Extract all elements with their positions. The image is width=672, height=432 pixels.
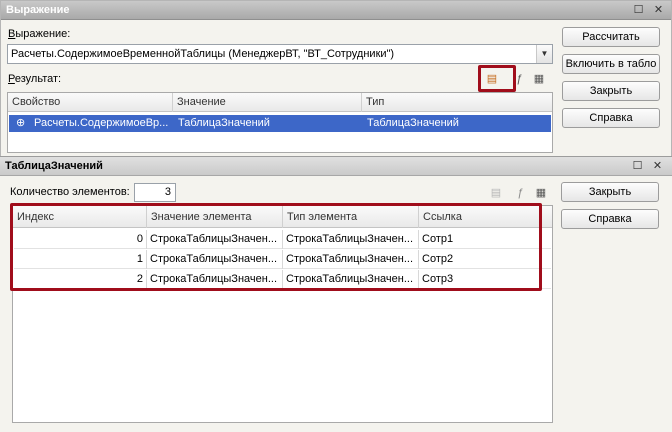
value-table-window: ТаблицаЗначений ☐ ✕ Количество элементов…: [0, 156, 672, 432]
row-index: 2: [14, 270, 147, 289]
row-reference: Сотр2: [422, 253, 454, 265]
row-element-value: СтрокаТаблицыЗначен...: [147, 250, 283, 269]
table-row[interactable]: 1 СтрокаТаблицыЗначен... СтрокаТаблицыЗн…: [14, 250, 551, 269]
calculate-button[interactable]: Рассчитать: [562, 27, 660, 47]
table-row[interactable]: ⊕ Расчеты.СодержимоеВр... ТаблицаЗначени…: [9, 115, 551, 132]
result-label: Результат:: [8, 73, 62, 85]
close-button[interactable]: Закрыть: [561, 182, 659, 202]
expand-toggle-icon[interactable]: ⊕: [16, 115, 25, 132]
column-header-reference[interactable]: Ссылка: [419, 206, 554, 228]
add-to-watch-button[interactable]: Включить в табло: [562, 54, 660, 74]
value-table-titlebar: ТаблицаЗначений ☐ ✕: [0, 157, 672, 176]
result-value: ТаблицаЗначений: [178, 117, 270, 129]
value-table-grid[interactable]: Индекс Значение элемента Тип элемента Сс…: [12, 205, 553, 423]
maximize-icon[interactable]: ☐: [630, 159, 645, 173]
help-button[interactable]: Справка: [562, 108, 660, 128]
maximize-icon[interactable]: ☐: [631, 3, 646, 17]
column-header-element-type[interactable]: Тип элемента: [283, 206, 419, 228]
chevron-down-icon[interactable]: ▼: [536, 45, 552, 63]
close-icon[interactable]: ✕: [651, 3, 666, 17]
column-header-property[interactable]: Свойство: [8, 93, 173, 112]
row-element-type: СтрокаТаблицыЗначен...: [283, 270, 419, 289]
close-icon[interactable]: ✕: [650, 159, 665, 173]
result-grid-header: Свойство Значение Тип: [8, 93, 552, 112]
open-table-icon[interactable]: ▤: [484, 71, 500, 87]
expression-label: Выражение:: [8, 28, 71, 40]
column-header-element-value[interactable]: Значение элемента: [147, 206, 283, 228]
expression-window-titlebar: Выражение ☐ ✕: [1, 1, 671, 20]
help-button[interactable]: Справка: [561, 209, 659, 229]
column-header-type[interactable]: Тип: [362, 93, 553, 112]
column-header-value[interactable]: Значение: [173, 93, 362, 112]
table-row[interactable]: 0 СтрокаТаблицыЗначен... СтрокаТаблицыЗн…: [14, 230, 551, 249]
row-reference: Сотр3: [422, 273, 454, 285]
row-element-type: СтрокаТаблицыЗначен...: [283, 250, 419, 269]
expression-window-title: Выражение: [6, 4, 70, 16]
row-element-value: СтрокаТаблицыЗначен...: [147, 270, 283, 289]
result-grid[interactable]: Свойство Значение Тип ⊕ Расчеты.Содержим…: [7, 92, 553, 153]
row-index: 0: [14, 230, 147, 249]
result-type: ТаблицаЗначений: [367, 117, 459, 129]
print-icon[interactable]: ▦: [533, 185, 549, 201]
row-element-value: СтрокаТаблицыЗначен...: [147, 230, 283, 249]
open-table-icon[interactable]: ▤: [488, 185, 504, 201]
fx-icon[interactable]: ƒ: [511, 71, 527, 87]
expression-combobox[interactable]: Расчеты.СодержимоеВременнойТаблицы (Мене…: [7, 44, 553, 64]
count-field[interactable]: 3: [134, 183, 176, 202]
table-row[interactable]: 2 СтрокаТаблицыЗначен... СтрокаТаблицыЗн…: [14, 270, 551, 289]
expression-value[interactable]: Расчеты.СодержимоеВременнойТаблицы (Мене…: [11, 48, 394, 60]
print-icon[interactable]: ▦: [531, 71, 547, 87]
value-table-title: ТаблицаЗначений: [5, 160, 103, 172]
row-element-type: СтрокаТаблицыЗначен...: [283, 230, 419, 249]
fx-icon[interactable]: ƒ: [512, 185, 528, 201]
close-button[interactable]: Закрыть: [562, 81, 660, 101]
value-table-header: Индекс Значение элемента Тип элемента Сс…: [13, 206, 552, 228]
row-reference: Сотр1: [422, 233, 454, 245]
row-index: 1: [14, 250, 147, 269]
column-header-index[interactable]: Индекс: [13, 206, 147, 228]
result-property: Расчеты.СодержимоеВр...: [34, 117, 169, 129]
count-label: Количество элементов:: [10, 186, 130, 198]
